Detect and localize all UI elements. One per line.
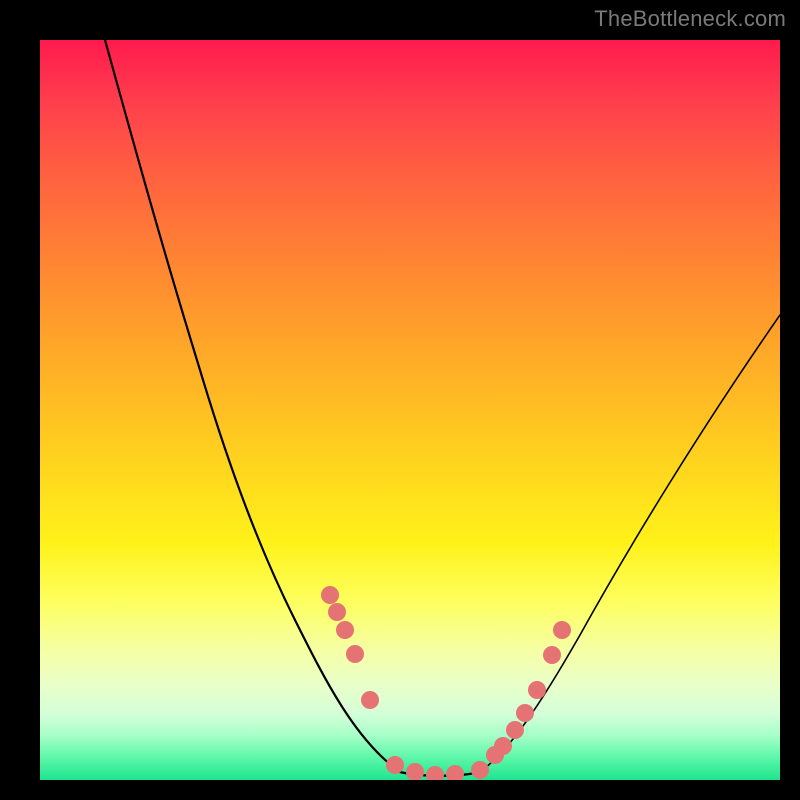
watermark-text: TheBottleneck.com — [594, 6, 786, 32]
plot-area — [40, 40, 780, 780]
highlight-markers — [321, 586, 571, 780]
outer-frame: TheBottleneck.com — [0, 0, 800, 800]
curve-right — [480, 315, 780, 772]
curve-svg — [40, 40, 780, 780]
